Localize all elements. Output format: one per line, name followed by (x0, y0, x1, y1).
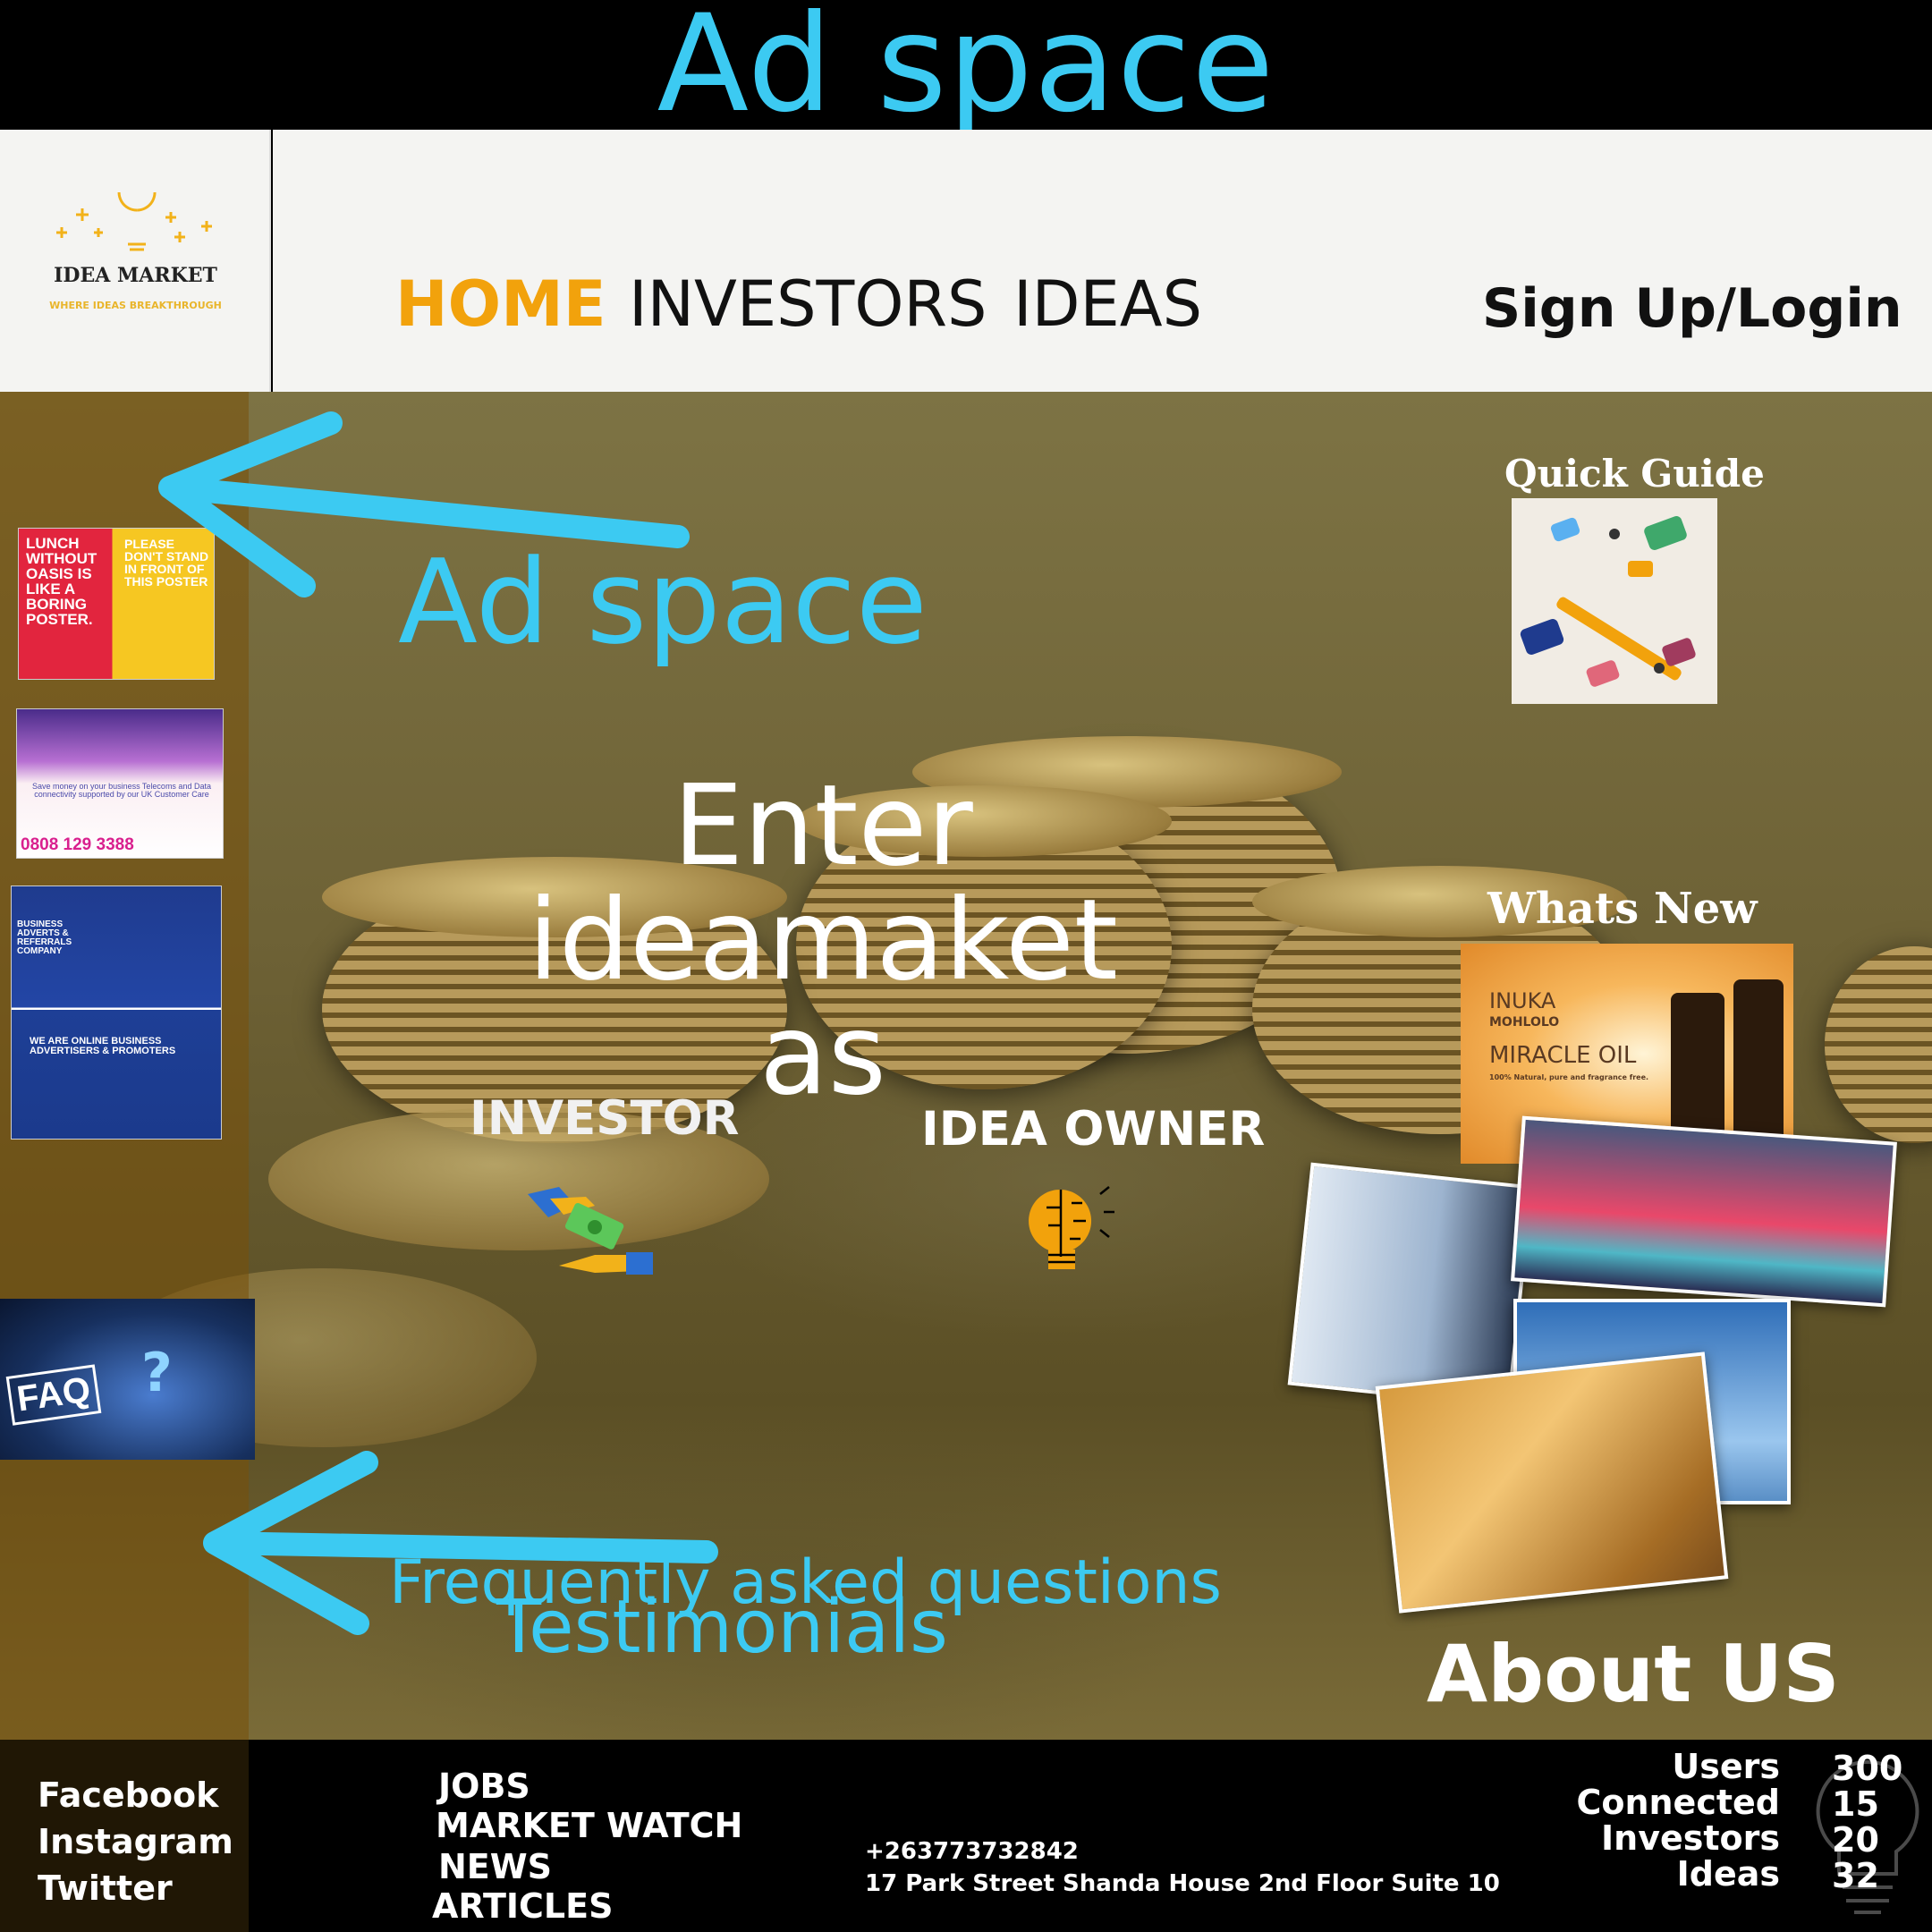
sneakers-photo[interactable] (1511, 1115, 1897, 1308)
nav-home[interactable]: HOME (395, 268, 606, 340)
stat-investors-value: 20 (1832, 1820, 1879, 1860)
logo[interactable]: IDEA MARKET WHERE IDEAS BREAKTHROUGH (0, 130, 271, 392)
stat-investors-label: Investors (1601, 1818, 1780, 1858)
oil-bottle (1671, 993, 1724, 1149)
top-ad-label: Ad space (657, 0, 1275, 142)
isometric-apps-icon (1520, 516, 1696, 687)
ad3-sub: WE ARE ONLINE BUSINESS ADVERTISERS & PRO… (30, 1036, 176, 1056)
footer-market-watch-link[interactable]: MARKET WATCH (436, 1806, 742, 1845)
signup-login-link[interactable]: Sign Up/Login (1482, 273, 1902, 344)
stat-connected-label: Connected (1576, 1783, 1780, 1822)
brain-bulb-icon[interactable] (1029, 1176, 1118, 1279)
about-us-link[interactable]: About US (1427, 1628, 1840, 1720)
stat-ideas-label: Ideas (1676, 1854, 1780, 1894)
enter-line-2: ideamaket (528, 876, 1118, 1005)
sidebar-ad-referrals[interactable]: BUSINESS ADVERTS & REFERRALS COMPANY WE … (11, 886, 222, 1140)
oil-bottle (1733, 979, 1784, 1149)
miracle-desc: 100% Natural, pure and fragrance free. (1489, 1073, 1649, 1081)
ad2-phone: 0808 129 3388 (21, 835, 134, 854)
idea-owner-option[interactable]: IDEA OWNER (921, 1102, 1265, 1157)
miracle-sub: MOHLOLO (1489, 1015, 1560, 1030)
footer-jobs-link[interactable]: JOBS (438, 1767, 530, 1806)
faq-banner[interactable]: FAQ ? (0, 1299, 255, 1460)
enter-heading: Enter ideamaket as (501, 769, 1145, 1113)
stat-ideas-value: 32 (1832, 1856, 1879, 1895)
warehouse-photo[interactable] (1375, 1352, 1729, 1614)
footer-news-link[interactable]: NEWS (438, 1847, 552, 1886)
quick-guide-title: Quick Guide (1504, 452, 1765, 496)
whats-new-title: Whats New (1487, 884, 1758, 934)
stat-connected-value: 15 (1832, 1784, 1879, 1824)
miracle-title: MIRACLE OIL (1489, 1042, 1637, 1069)
instagram-link[interactable]: Instagram (38, 1822, 233, 1861)
faq-label: FAQ (5, 1364, 102, 1426)
sidebar-ad-telecom[interactable]: Save money on your business Telecoms and… (16, 708, 224, 859)
testimonials-link[interactable]: Testimonials (496, 1588, 948, 1668)
twitter-link[interactable]: Twitter (38, 1868, 173, 1908)
logo-name: IDEA MARKET (54, 264, 217, 287)
logo-tagline: WHERE IDEAS BREAKTHROUGH (49, 300, 222, 311)
navbar (273, 130, 1932, 392)
coin-stack (1825, 946, 1932, 1143)
ad3-title: BUSINESS ADVERTS & REFERRALS COMPANY (17, 919, 72, 956)
quick-guide-image[interactable] (1512, 498, 1717, 704)
investor-option[interactable]: INVESTOR (470, 1091, 740, 1146)
footer-phone: +263773732842 (865, 1838, 1079, 1865)
ad1-left-text: LUNCH WITHOUT OASIS IS LIKE A BORING POS… (26, 535, 97, 628)
footer-articles-link[interactable]: ARTICLES (432, 1886, 613, 1926)
question-mark-icon: ? (141, 1342, 173, 1404)
ad2-text: Save money on your business Telecoms and… (32, 782, 211, 799)
stat-users-value: 300 (1832, 1749, 1903, 1788)
mid-ad-space[interactable]: Ad space (398, 535, 928, 669)
business-meeting-photo[interactable] (1287, 1162, 1534, 1409)
stat-users-label: Users (1672, 1747, 1780, 1786)
miracle-brand: INUKA (1489, 988, 1556, 1013)
footer-address: 17 Park Street Shanda House 2nd Floor Su… (865, 1870, 1500, 1897)
top-ad-banner[interactable]: Ad space (0, 0, 1932, 131)
enter-line-1: Enter (673, 761, 973, 891)
nav-ideas[interactable]: IDEAS (1013, 268, 1202, 340)
money-hands-icon[interactable] (519, 1181, 657, 1284)
nav-investors[interactable]: INVESTORS (629, 268, 987, 340)
facebook-link[interactable]: Facebook (38, 1775, 218, 1815)
